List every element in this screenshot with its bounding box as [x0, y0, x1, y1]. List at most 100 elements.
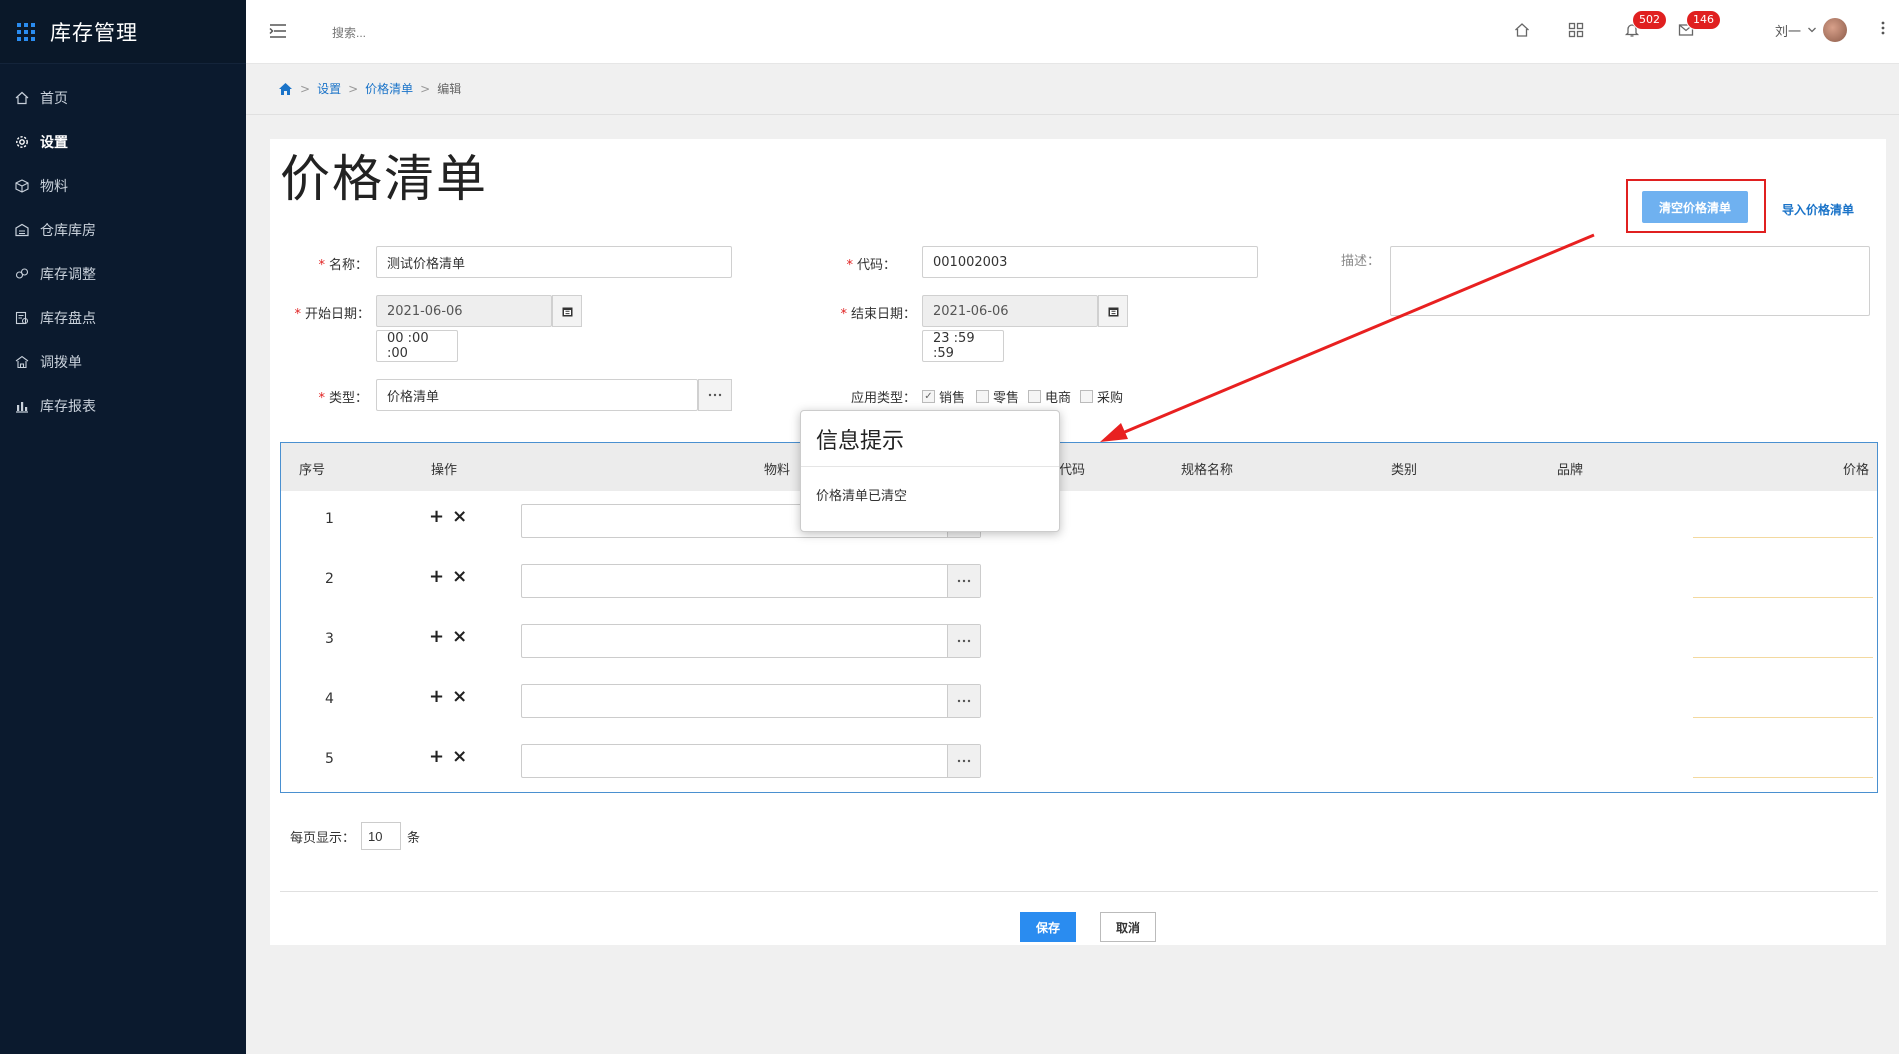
dialog-title: 信息提示 — [801, 411, 1059, 467]
end-time-field[interactable]: 23 :59 :59 — [922, 330, 1004, 362]
add-row-icon[interactable]: + — [429, 508, 444, 526]
material-input[interactable] — [521, 744, 981, 778]
message-icon[interactable]: 146 — [1678, 10, 1721, 38]
type-picker-icon[interactable] — [698, 379, 732, 411]
apply-ecommerce-checkbox[interactable]: 电商 — [1028, 387, 1071, 406]
col-index: 序号 — [299, 463, 326, 478]
report-icon — [14, 398, 30, 414]
delete-row-icon[interactable]: × — [452, 688, 467, 706]
sidebar-item-label: 库存报表 — [40, 399, 96, 415]
col-actions: 操作 — [431, 463, 458, 478]
start-date-field[interactable]: 2021-06-06 — [376, 295, 552, 327]
row-actions: + × — [429, 748, 467, 766]
col-brand: 品牌 — [1557, 463, 1584, 478]
add-row-icon[interactable]: + — [429, 748, 444, 766]
info-dialog[interactable]: 信息提示 价格清单已清空 — [800, 410, 1060, 532]
delete-row-icon[interactable]: × — [452, 748, 467, 766]
delete-row-icon[interactable]: × — [452, 568, 467, 586]
price-input[interactable] — [1693, 657, 1873, 658]
cancel-button[interactable]: 取消 — [1100, 912, 1156, 942]
start-time-field[interactable]: 00 :00 :00 — [376, 330, 458, 362]
code-field[interactable]: 001002003 — [922, 246, 1258, 278]
material-input[interactable] — [521, 624, 981, 658]
material-picker-icon[interactable] — [947, 625, 980, 657]
apps-grid-icon[interactable] — [1568, 22, 1584, 38]
price-input[interactable] — [1693, 777, 1873, 778]
user-menu[interactable]: 刘一 — [1775, 18, 1847, 42]
row-actions: + × — [429, 688, 467, 706]
sidebar-item-settings[interactable]: 设置 — [0, 120, 246, 164]
sidebar-item-label: 设置 — [40, 135, 68, 151]
row-index: 4 — [325, 691, 334, 707]
sidebar-item-label: 库存调整 — [40, 267, 96, 283]
material-picker-icon[interactable] — [947, 745, 980, 777]
import-price-list-link[interactable]: 导入价格清单 — [1782, 201, 1854, 218]
breadcrumb-item-price-list[interactable]: 价格清单 — [365, 80, 413, 97]
row-index: 5 — [325, 751, 334, 767]
avatar — [1823, 18, 1847, 42]
apply-purchase-checkbox[interactable]: 采购 — [1080, 387, 1123, 406]
price-input[interactable] — [1693, 717, 1873, 718]
add-row-icon[interactable]: + — [429, 688, 444, 706]
description-field[interactable] — [1390, 246, 1870, 316]
sidebar-item-label: 库存盘点 — [40, 311, 96, 327]
home-breadcrumb-icon[interactable] — [278, 82, 293, 96]
page-size-input[interactable] — [361, 822, 402, 850]
chevron-down-icon — [1807, 26, 1817, 34]
apply-sales-checkbox[interactable]: ✓ 销售 — [922, 387, 965, 406]
material-input[interactable] — [521, 564, 981, 598]
sidebar-item-report[interactable]: 库存报表 — [0, 384, 246, 428]
sidebar-item-home[interactable]: 首页 — [0, 76, 246, 120]
start-calendar-icon[interactable] — [552, 295, 582, 327]
end-date-label: * 结束日期： — [840, 307, 916, 322]
row-actions: + × — [429, 568, 467, 586]
transfer-icon — [14, 354, 30, 370]
row-actions: + × — [429, 628, 467, 646]
sidebar-item-transfer[interactable]: 调拨单 — [0, 340, 246, 384]
more-vertical-icon[interactable] — [1881, 20, 1885, 36]
brand: 库存管理 — [0, 0, 246, 64]
sidebar-item-label: 调拨单 — [40, 355, 82, 371]
page-size-control: 每页显示： 条 — [290, 822, 420, 850]
sidebar-item-stocktake[interactable]: 库存盘点 — [0, 296, 246, 340]
footer-divider — [280, 891, 1878, 892]
box-icon — [14, 178, 30, 194]
sidebar-item-stock-adjust[interactable]: 库存调整 — [0, 252, 246, 296]
clear-price-list-button[interactable]: 清空价格清单 — [1642, 191, 1748, 223]
description-label: 描述： — [1340, 254, 1380, 269]
table-row: 5 + × — [281, 731, 1877, 791]
notification-badge: 502 — [1632, 10, 1667, 30]
sidebar-item-materials[interactable]: 物料 — [0, 164, 246, 208]
apply-retail-checkbox[interactable]: 零售 — [976, 387, 1019, 406]
sidebar-item-warehouse[interactable]: 仓库库房 — [0, 208, 246, 252]
price-input[interactable] — [1693, 537, 1873, 538]
breadcrumb-item-settings[interactable]: 设置 — [317, 80, 341, 97]
home-icon — [14, 90, 30, 106]
table-header: 序号 操作 物料 代码 规格名称 类别 品牌 价格 — [281, 443, 1877, 491]
breadcrumb-current: 编辑 — [437, 82, 462, 96]
save-button[interactable]: 保存 — [1020, 912, 1076, 942]
col-price: 价格 — [1843, 463, 1870, 478]
delete-row-icon[interactable]: × — [452, 628, 467, 646]
material-picker-icon[interactable] — [947, 685, 980, 717]
material-picker-icon[interactable] — [947, 565, 980, 597]
menu-toggle-icon[interactable] — [268, 22, 288, 40]
sidebar: 库存管理 首页 设置 物料 仓库库房 库存调整 库存盘点 调拨单 库存报表 — [0, 0, 246, 1054]
breadcrumb-divider — [246, 114, 1899, 115]
topbar: 502 146 刘一 — [246, 0, 1899, 64]
add-row-icon[interactable]: + — [429, 568, 444, 586]
end-calendar-icon[interactable] — [1098, 295, 1128, 327]
home-shortcut-icon[interactable] — [1514, 22, 1530, 38]
add-row-icon[interactable]: + — [429, 628, 444, 646]
sidebar-item-label: 首页 — [40, 91, 68, 107]
name-field[interactable]: 测试价格清单 — [376, 246, 732, 278]
check-icon: ✓ — [922, 390, 935, 403]
notification-bell-icon[interactable]: 502 — [1624, 10, 1667, 38]
end-date-field[interactable]: 2021-06-06 — [922, 295, 1098, 327]
material-input[interactable] — [521, 684, 981, 718]
search-input[interactable] — [332, 22, 532, 44]
price-input[interactable] — [1693, 597, 1873, 598]
type-field[interactable]: 价格清单 — [376, 379, 698, 411]
row-index: 3 — [325, 631, 334, 647]
delete-row-icon[interactable]: × — [452, 508, 467, 526]
